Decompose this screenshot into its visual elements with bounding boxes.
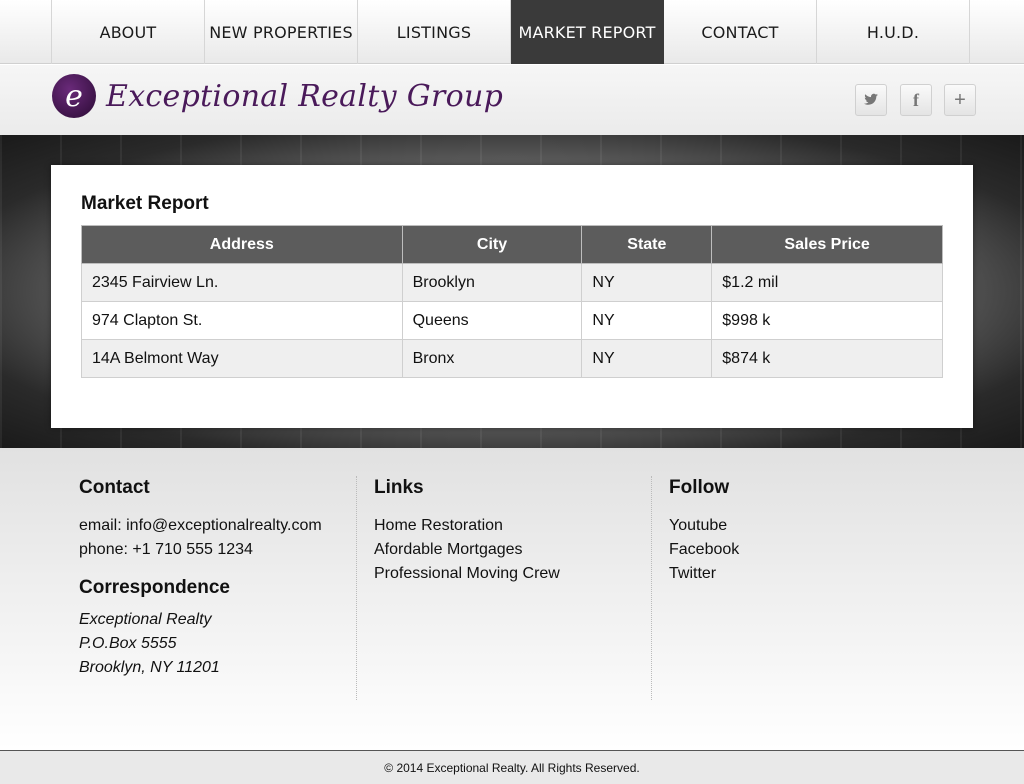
nav-item-new-properties[interactable]: NEW PROPERTIES xyxy=(205,0,358,64)
correspondence-line: Exceptional Realty xyxy=(79,611,212,628)
nav-item-contact[interactable]: CONTACT xyxy=(664,0,817,64)
link-facebook[interactable]: Facebook xyxy=(669,538,951,562)
twitter-button[interactable] xyxy=(855,84,887,116)
footer-contact-column: Contact email: info@exceptionalrealty.co… xyxy=(79,476,355,700)
logo-text: Exceptional Realty Group xyxy=(106,78,504,114)
site-header: e Exceptional Realty Group f + xyxy=(0,65,1024,135)
link-twitter[interactable]: Twitter xyxy=(669,562,951,586)
logo[interactable]: e Exceptional Realty Group xyxy=(52,74,503,118)
correspondence-line: Brooklyn, NY 11201 xyxy=(79,659,220,676)
facebook-button[interactable]: f xyxy=(900,84,932,116)
nav-item-hud[interactable]: H.U.D. xyxy=(817,0,970,64)
nav-item-listings[interactable]: LISTINGS xyxy=(358,0,511,64)
copyright-bar: © 2014 Exceptional Realty. All Rights Re… xyxy=(0,750,1024,784)
top-nav: ABOUT NEW PROPERTIES LISTINGS MARKET REP… xyxy=(0,0,1024,64)
links-heading: Links xyxy=(374,477,424,498)
nav-item-market-report[interactable]: MARKET REPORT xyxy=(511,0,664,64)
link-youtube[interactable]: Youtube xyxy=(669,514,951,538)
twitter-bird-icon xyxy=(864,93,878,105)
copyright-text: © 2014 Exceptional Realty. All Rights Re… xyxy=(384,760,640,775)
column-header-sales-price: Sales Price xyxy=(711,225,943,264)
cell-sales-price: $874 k xyxy=(711,339,943,378)
page-title: Market Report xyxy=(81,193,209,214)
cell-city: Bronx xyxy=(401,339,583,378)
footer: Contact email: info@exceptionalrealty.co… xyxy=(0,448,1024,750)
table-row: 14A Belmont Way Bronx NY $874 k xyxy=(81,339,943,378)
facebook-icon: f xyxy=(913,89,919,110)
cell-state: NY xyxy=(581,301,713,340)
cell-address: 974 Clapton St. xyxy=(81,301,403,340)
column-header-state: State xyxy=(581,225,713,264)
follow-heading: Follow xyxy=(669,477,730,498)
nav-menu: ABOUT NEW PROPERTIES LISTINGS MARKET REP… xyxy=(51,0,970,64)
contact-phone: phone: +1 710 555 1234 xyxy=(79,541,253,558)
correspondence-line: P.O.Box 5555 xyxy=(79,635,177,652)
market-report-card: Market Report Address City State Sales P… xyxy=(51,165,973,428)
link-home-restoration[interactable]: Home Restoration xyxy=(374,514,651,538)
cell-sales-price: $998 k xyxy=(711,301,943,340)
link-affordable-mortgages[interactable]: Afordable Mortgages xyxy=(374,538,651,562)
logo-mark: e xyxy=(52,74,96,118)
table-row: 974 Clapton St. Queens NY $998 k xyxy=(81,301,943,340)
cell-sales-price: $1.2 mil xyxy=(711,263,943,302)
cell-city: Brooklyn xyxy=(401,263,583,302)
column-header-city: City xyxy=(401,225,583,264)
cell-address: 2345 Fairview Ln. xyxy=(81,263,403,302)
link-professional-moving-crew[interactable]: Professional Moving Crew xyxy=(374,562,651,586)
cell-address: 14A Belmont Way xyxy=(81,339,403,378)
footer-follow-column: Follow Youtube Facebook Twitter xyxy=(651,476,951,700)
footer-links-column: Links Home Restoration Afordable Mortgag… xyxy=(356,476,651,700)
plus-button[interactable]: + xyxy=(944,84,976,116)
market-report-table: Address City State Sales Price 2345 Fair… xyxy=(81,225,943,378)
correspondence-heading: Correspondence xyxy=(79,577,230,598)
cell-state: NY xyxy=(581,339,713,378)
cell-city: Queens xyxy=(401,301,583,340)
table-header-row: Address City State Sales Price xyxy=(81,225,943,264)
cell-state: NY xyxy=(581,263,713,302)
table-row: 2345 Fairview Ln. Brooklyn NY $1.2 mil xyxy=(81,263,943,302)
plus-icon: + xyxy=(954,88,966,111)
contact-heading: Contact xyxy=(79,477,150,498)
nav-item-about[interactable]: ABOUT xyxy=(52,0,205,64)
column-header-address: Address xyxy=(81,225,403,264)
contact-email: email: info@exceptionalrealty.com xyxy=(79,517,322,534)
